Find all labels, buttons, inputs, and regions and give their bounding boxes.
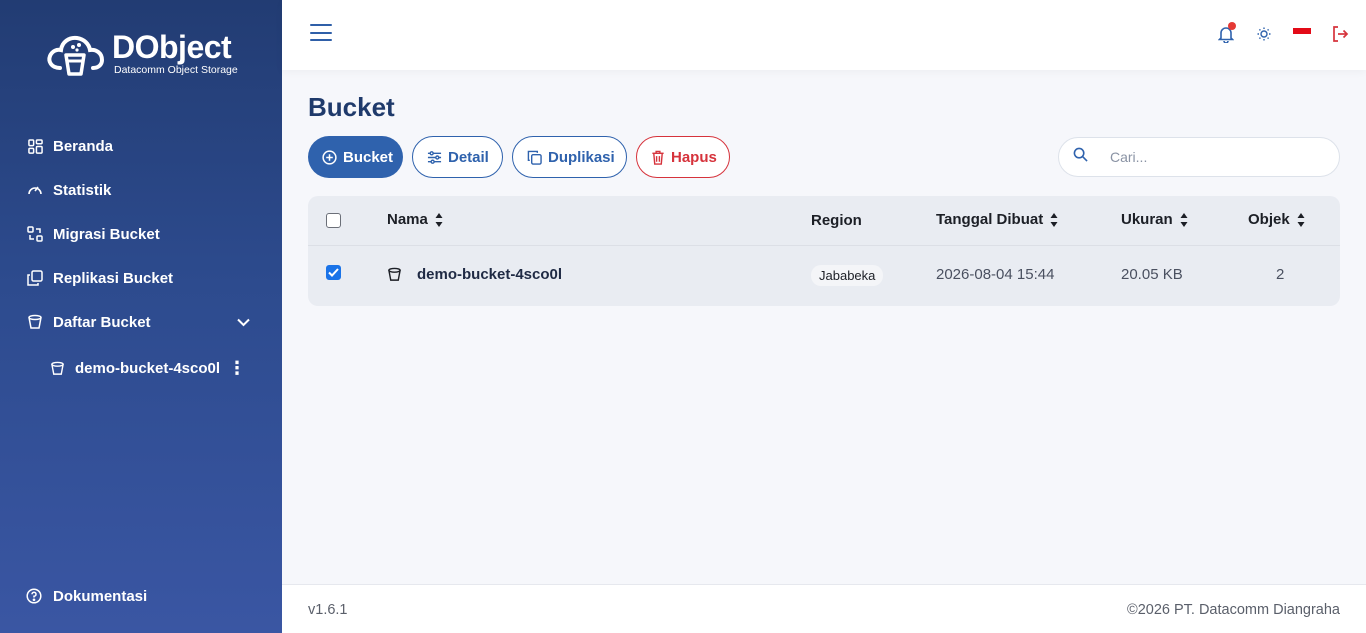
sidebar-nav: Beranda Statistik Migrasi Bucket Replika… xyxy=(0,124,282,377)
sidebar-item-label: Statistik xyxy=(53,181,112,199)
column-region: Region xyxy=(811,212,862,229)
app-version: v1.6.1 xyxy=(308,602,348,618)
sidebar-item-migrasi-bucket[interactable]: Migrasi Bucket xyxy=(0,212,282,256)
language-flag-icon[interactable] xyxy=(1292,24,1312,44)
sidebar-subitem-label: demo-bucket-4sco0l xyxy=(75,359,221,377)
footer: v1.6.1 ©2026 PT. Datacomm Diangraha xyxy=(282,584,1366,633)
sidebar-item-label: Replikasi Bucket xyxy=(53,269,174,287)
cloud-bucket-logo-icon xyxy=(47,35,104,76)
add-bucket-button[interactable]: Bucket xyxy=(308,136,403,178)
sort-icon xyxy=(1180,212,1188,228)
trash-icon xyxy=(651,150,665,165)
column-name[interactable]: Nama xyxy=(387,211,443,228)
bucket-name-link[interactable]: demo-bucket-4sco0l xyxy=(417,266,562,283)
sidebar: DObject Datacomm Object Storage Beranda … xyxy=(0,0,282,633)
notification-bell-icon[interactable] xyxy=(1216,22,1236,44)
delete-button[interactable]: Hapus xyxy=(636,136,730,178)
topbar xyxy=(282,0,1366,70)
duplicate-label: Duplikasi xyxy=(548,148,615,166)
brand-logo[interactable]: DObject Datacomm Object Storage xyxy=(46,30,238,76)
bucket-icon xyxy=(26,313,44,331)
help-circle-icon xyxy=(26,587,44,605)
row-checkbox[interactable] xyxy=(326,265,341,280)
sort-icon xyxy=(435,212,443,228)
duplicate-button[interactable]: Duplikasi xyxy=(512,136,627,178)
sort-icon xyxy=(1050,212,1058,228)
sidebar-item-label: Daftar Bucket xyxy=(53,313,151,331)
notification-dot xyxy=(1228,22,1236,30)
kebab-menu-icon[interactable]: ⋮ xyxy=(228,359,246,377)
gauge-icon xyxy=(26,181,44,199)
column-created[interactable]: Tanggal Dibuat xyxy=(936,211,1058,228)
sidebar-item-label: Dokumentasi xyxy=(53,587,148,605)
bucket-icon xyxy=(387,267,402,282)
sort-icon xyxy=(1297,212,1305,228)
detail-button[interactable]: Detail xyxy=(412,136,503,178)
select-all-checkbox[interactable] xyxy=(326,213,341,228)
sliders-icon xyxy=(427,150,442,165)
chevron-down-icon[interactable] xyxy=(237,314,250,331)
sidebar-item-label: Migrasi Bucket xyxy=(53,225,160,243)
sidebar-subitem-bucket[interactable]: demo-bucket-4sco0l ⋮ xyxy=(0,344,282,392)
topbar-actions xyxy=(1198,22,1350,44)
brand-title: DObject xyxy=(112,29,232,65)
delete-label: Hapus xyxy=(671,148,717,166)
column-objects[interactable]: Objek xyxy=(1248,211,1305,228)
bucket-size: 20.05 KB xyxy=(1121,266,1183,283)
search-box xyxy=(1058,137,1340,177)
sidebar-item-label: Beranda xyxy=(53,137,114,155)
main-content: Bucket Bucket Detail Duplikasi Hapus Car… xyxy=(282,70,1366,584)
bucket-icon xyxy=(50,360,66,376)
column-size[interactable]: Ukuran xyxy=(1121,211,1188,228)
sidebar-item-dokumentasi[interactable]: Dokumentasi xyxy=(0,574,282,618)
brand-subtitle: Datacomm Object Storage xyxy=(114,64,238,76)
copyright: ©2026 PT. Datacomm Diangraha xyxy=(1127,602,1340,618)
theme-sun-icon[interactable] xyxy=(1254,24,1274,44)
sidebar-item-replikasi-bucket[interactable]: Replikasi Bucket xyxy=(0,256,282,300)
add-bucket-label: Bucket xyxy=(343,148,394,166)
copy-icon xyxy=(527,150,542,165)
menu-toggle-icon[interactable] xyxy=(310,24,332,44)
table-row[interactable]: demo-bucket-4sco0l Jababeka 2026-08-04 1… xyxy=(308,246,1340,305)
object-count: 2 xyxy=(1276,266,1285,283)
copy-icon xyxy=(26,269,44,287)
plus-circle-icon xyxy=(322,149,337,165)
sidebar-item-daftar-bucket[interactable]: Daftar Bucket xyxy=(0,300,282,344)
detail-label: Detail xyxy=(448,148,489,166)
created-date: 2026-08-04 15:44 xyxy=(936,266,1055,283)
sidebar-item-statistik[interactable]: Statistik xyxy=(0,168,282,212)
dashboard-icon xyxy=(26,137,44,155)
region-badge: Jababeka xyxy=(811,265,884,286)
logout-icon[interactable] xyxy=(1330,24,1350,44)
migrate-icon xyxy=(26,225,44,243)
search-input[interactable] xyxy=(1110,149,1310,165)
table-header: Nama Region Tanggal Dibuat Ukuran Objek xyxy=(308,196,1340,246)
page-title: Bucket xyxy=(308,92,395,122)
sidebar-item-beranda[interactable]: Beranda xyxy=(0,124,282,168)
bucket-table: Nama Region Tanggal Dibuat Ukuran Objek xyxy=(308,196,1340,306)
search-icon xyxy=(1073,147,1088,167)
